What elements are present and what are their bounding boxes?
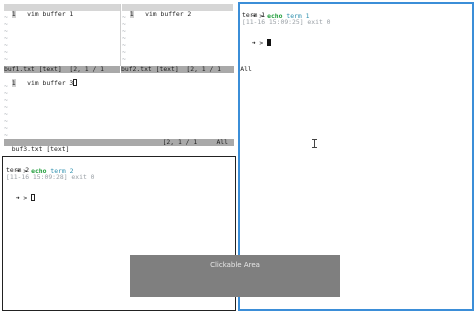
- vim-buffer-2-line: 1 vim buffer 2: [122, 4, 233, 18]
- tilde-line: ~: [122, 55, 126, 63]
- vim-buffer-1-text: vim buffer 1: [27, 10, 74, 18]
- tilde-line: ~: [4, 131, 8, 139]
- text-cursor-icon: [312, 139, 317, 148]
- term2-cursor: [31, 194, 36, 201]
- term1-cursor: [267, 39, 272, 46]
- line-number: 1: [129, 10, 134, 18]
- vim-buffer-3-line: 1 vim buffer 3: [4, 72, 234, 87]
- line-number: 1: [11, 79, 16, 87]
- vim-buffer-1-line: 1 vim buffer 1: [4, 4, 120, 18]
- term2-prompt-line: ➜ >: [8, 186, 36, 202]
- clickable-area-label: Clickable Area: [210, 261, 260, 269]
- vim-status-3-position: [2, 1 / 1 All: [162, 138, 228, 146]
- vim-cursor: [73, 79, 78, 86]
- prompt: ➜ >: [15, 194, 28, 202]
- clickable-area-overlay[interactable]: Clickable Area: [130, 255, 340, 297]
- vim-status-bar-3: buf3.txt [text] [2, 1 / 1 All: [4, 138, 234, 153]
- vim-buffer-2-text: vim buffer 2: [145, 10, 192, 18]
- line-number: 1: [11, 10, 16, 18]
- tilde-line: ~: [4, 55, 8, 63]
- prompt: ➜ >: [251, 39, 264, 47]
- vim-vertical-divider: [120, 4, 121, 66]
- vim-status-3-file: buf3.txt [text]: [11, 145, 70, 153]
- term2-exit-meta: [11-16 15:09:28] exit 0: [6, 173, 95, 181]
- term1-prompt-line: ➜ >: [244, 31, 272, 47]
- vim-buffer-3-text: vim buffer 3: [27, 79, 74, 87]
- term1-exit-meta: [11-16 15:09:25] exit 0: [242, 18, 331, 26]
